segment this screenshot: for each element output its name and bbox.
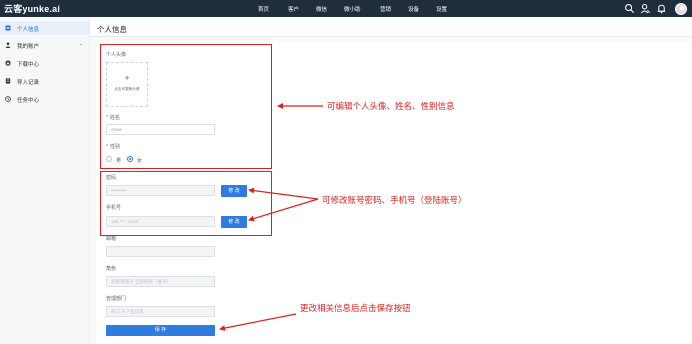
annotation-edit-account: 可修改账号密码、手机号（登陆账号） — [322, 195, 467, 205]
arrow-to-save — [219, 313, 297, 331]
arrow-to-password — [248, 187, 319, 200]
arrow-to-phone — [248, 198, 319, 222]
annotation-arrows — [219, 103, 323, 331]
annotation-save-hint: 更改相关信息后点击保存按钮 — [300, 303, 411, 313]
annotation-edit-profile: 可编辑个人头像、姓名、性别信息 — [327, 101, 455, 111]
